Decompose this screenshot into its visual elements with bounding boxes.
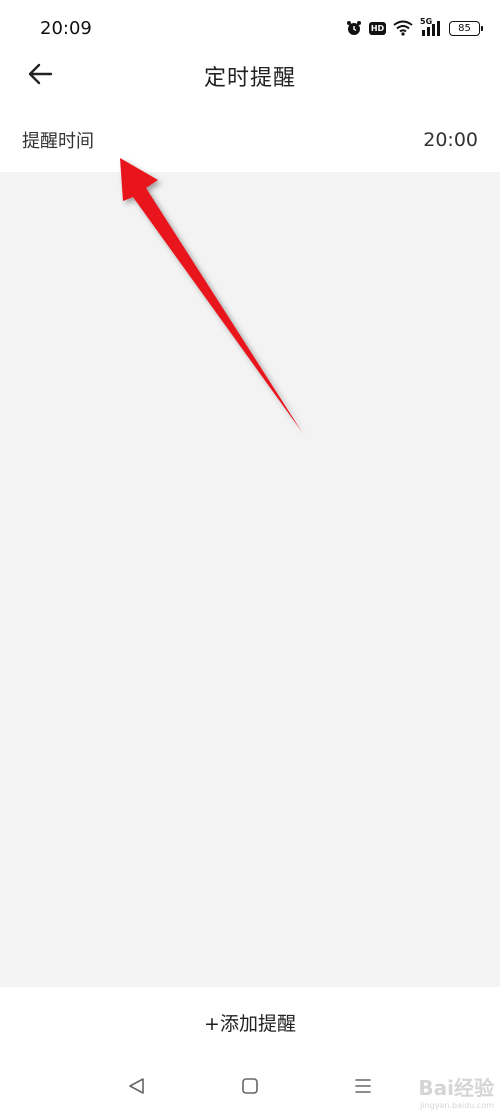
reminder-time-label: 提醒时间	[22, 131, 94, 152]
add-reminder-bar: +添加提醒	[0, 987, 500, 1057]
back-triangle-icon	[127, 1077, 147, 1099]
hd-icon: HD	[369, 21, 386, 35]
status-time: 20:09	[40, 17, 92, 39]
add-reminder-button[interactable]: +添加提醒	[204, 1009, 296, 1036]
battery-icon: 85	[449, 20, 483, 36]
page-title: 定时提醒	[203, 66, 296, 91]
status-bar: 20:09 HD 5G 85	[0, 0, 500, 56]
nav-back-button[interactable]	[122, 1073, 152, 1103]
signal-5g-icon: 5G	[420, 17, 442, 37]
reminder-list-area	[0, 172, 500, 987]
watermark-text: Bai经验	[418, 1076, 494, 1100]
wifi-icon	[393, 20, 413, 36]
menu-lines-icon	[353, 1077, 373, 1099]
back-button[interactable]	[24, 60, 56, 92]
home-square-icon	[240, 1076, 260, 1100]
status-icons: HD 5G 85	[346, 17, 483, 37]
header: 定时提醒	[0, 56, 500, 96]
arrow-left-icon	[27, 63, 53, 89]
alarm-icon	[346, 20, 362, 36]
nav-menu-button[interactable]	[348, 1073, 378, 1103]
watermark-url: jingyan.baidu.com	[420, 1101, 494, 1110]
baidu-watermark: Bai经验 jingyan.baidu.com	[418, 1072, 494, 1110]
reminder-time-row[interactable]: 提醒时间 20:00	[0, 112, 500, 168]
reminder-time-value: 20:00	[423, 129, 478, 151]
nav-home-button[interactable]	[235, 1073, 265, 1103]
